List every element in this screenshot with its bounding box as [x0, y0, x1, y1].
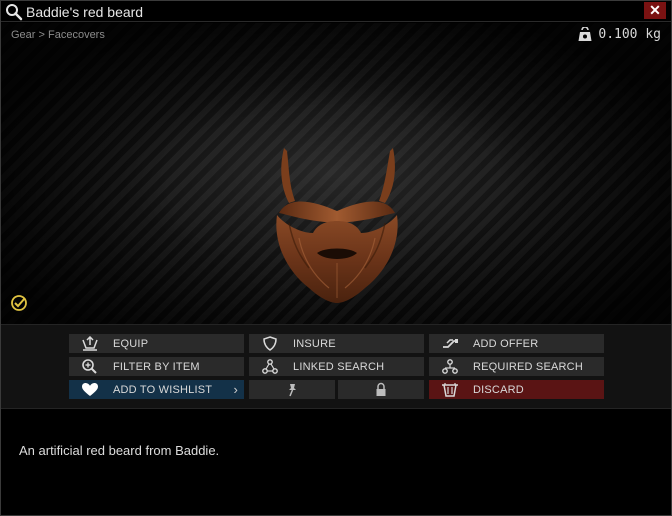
add-to-wishlist-button[interactable]: ADD TO WISHLIST › — [69, 380, 244, 399]
search-icon — [6, 4, 23, 21]
handshake-icon — [437, 334, 463, 353]
required-search-label: REQUIRED SEARCH — [473, 360, 583, 373]
weight-icon — [578, 27, 592, 41]
chevron-right-icon[interactable]: › — [233, 382, 238, 397]
title-bar[interactable]: Baddie's red beard ✕ — [1, 1, 671, 22]
item-description: An artificial red beard from Baddie. — [19, 443, 220, 458]
lock-button[interactable] — [338, 380, 424, 399]
discard-label: DISCARD — [473, 383, 524, 396]
add-offer-button[interactable]: ADD OFFER — [429, 334, 604, 353]
equip-label: EQUIP — [113, 337, 149, 350]
weight-value: 0.100 kg — [598, 27, 661, 42]
item-inspect-window: Baddie's red beard ✕ Gear > Facecovers 0… — [0, 0, 672, 516]
action-panel: EQUIP INSURE ADD OFFER FILTER BY ITEM LI… — [1, 324, 671, 409]
linked-search-button[interactable]: LINKED SEARCH — [249, 357, 424, 376]
discard-icon — [437, 380, 463, 399]
filter-by-item-button[interactable]: FILTER BY ITEM — [69, 357, 244, 376]
required-search-button[interactable]: REQUIRED SEARCH — [429, 357, 604, 376]
linked-search-label: LINKED SEARCH — [293, 360, 385, 373]
linked-nodes-icon — [257, 357, 283, 376]
required-nodes-icon — [437, 357, 463, 376]
add-to-wishlist-label: ADD TO WISHLIST — [113, 383, 213, 396]
equip-button[interactable]: EQUIP — [69, 334, 244, 353]
lock-icon — [368, 380, 394, 399]
filter-by-item-label: FILTER BY ITEM — [113, 360, 200, 373]
equip-icon — [77, 334, 103, 353]
shield-icon — [257, 334, 283, 353]
examined-check-icon — [11, 295, 27, 311]
heart-icon — [77, 380, 103, 399]
close-button[interactable]: ✕ — [644, 2, 666, 19]
pin-button[interactable] — [249, 380, 335, 399]
breadcrumb[interactable]: Gear > Facecovers — [11, 29, 105, 41]
add-offer-label: ADD OFFER — [473, 337, 539, 350]
window-title: Baddie's red beard — [26, 4, 144, 20]
insure-label: INSURE — [293, 337, 336, 350]
zoom-in-icon — [77, 357, 103, 376]
item-weight: 0.100 kg — [578, 27, 661, 42]
discard-button[interactable]: DISCARD — [429, 380, 604, 399]
pin-icon — [279, 380, 305, 399]
insure-button[interactable]: INSURE — [249, 334, 424, 353]
item-preview: Gear > Facecovers 0.100 kg — [1, 23, 671, 324]
beard-item-image — [276, 148, 398, 303]
